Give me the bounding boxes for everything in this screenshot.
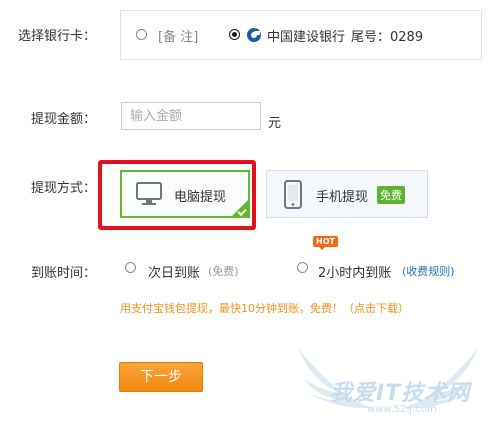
note-radio[interactable] bbox=[136, 29, 147, 40]
hot-tag: HOT bbox=[313, 236, 338, 250]
watermark-url: www.52ij.com bbox=[367, 404, 437, 415]
ccb-bank-name[interactable]: 中国建设银行 bbox=[267, 26, 345, 45]
amount-label: 提现金额： bbox=[31, 112, 97, 127]
bank-card-label: 选择银行卡： bbox=[18, 29, 97, 44]
card-tail-number: 尾号：0289 bbox=[351, 30, 424, 45]
method-label: 提现方式： bbox=[31, 181, 97, 196]
ccb-radio[interactable] bbox=[229, 29, 240, 40]
mobile-withdraw-label: 手机提现 bbox=[316, 190, 369, 205]
next-day-radio[interactable] bbox=[125, 262, 136, 273]
watermark-title: 我爱IT技术网 bbox=[330, 381, 471, 406]
bank-card-selector: [备 注] 中国建设银行 尾号：0289 bbox=[120, 10, 482, 60]
ccb-logo-icon bbox=[247, 28, 261, 42]
alipay-promo-link[interactable]: 用支付宝钱包提现，最快10分钟到账，免费！（点击下载） bbox=[120, 300, 409, 316]
amount-input[interactable] bbox=[121, 102, 261, 130]
next-day-option[interactable]: 次日到账 bbox=[148, 262, 200, 281]
fee-rules-link[interactable]: (收费规则) bbox=[402, 263, 455, 279]
mobile-withdraw-option[interactable]: 手机提现 免费 bbox=[266, 170, 428, 218]
next-step-button[interactable]: 下一步 bbox=[119, 362, 203, 392]
two-hours-option[interactable]: 2小时内到账 bbox=[318, 262, 391, 281]
two-hours-radio[interactable] bbox=[297, 262, 308, 273]
next-day-free-note: (免费) bbox=[208, 265, 239, 278]
phone-icon bbox=[284, 180, 302, 209]
free-badge: 免费 bbox=[377, 186, 405, 204]
highlight-frame bbox=[98, 160, 256, 230]
note-option-label[interactable]: [备 注] bbox=[158, 26, 198, 45]
amount-unit: 元 bbox=[268, 116, 282, 131]
arrival-time-label: 到账时间： bbox=[31, 266, 97, 281]
